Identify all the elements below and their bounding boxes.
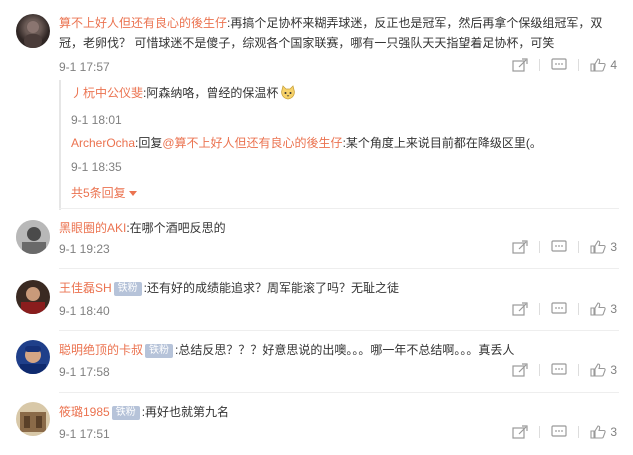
like-count: 3	[610, 425, 617, 439]
reply-list: 丿杬中公仪斐:阿森纳咯，曾经的保温杯 9-1 18:01 ArcherOcha:…	[59, 80, 619, 210]
divider	[59, 268, 619, 269]
like-button[interactable]: 3	[590, 425, 617, 439]
divider	[578, 426, 580, 438]
like-button[interactable]: 3	[590, 240, 617, 254]
comment-time: 9-1 17:58	[59, 365, 110, 379]
comment-time: 9-1 19:23	[59, 242, 110, 256]
divider	[578, 303, 580, 315]
avatar[interactable]	[16, 280, 50, 314]
fan-badge[interactable]: 铁粉	[113, 282, 142, 296]
username-link[interactable]: 黑眼圈的AKI	[59, 221, 126, 235]
more-replies-label: 共5条回复	[71, 186, 126, 200]
divider	[578, 59, 580, 71]
username-link[interactable]: 算不上好人但还有良心的後生仔	[59, 16, 227, 30]
divider	[539, 241, 541, 253]
divider	[539, 303, 541, 315]
avatar[interactable]	[16, 220, 50, 254]
comment-text: 黑眼圈的AKI:在哪个酒吧反思的	[59, 218, 619, 238]
comment-text: 王佳磊SH 铁粉:还有好的成绩能追求？周军能滚了吗？无耻之徒	[59, 278, 619, 298]
like-button[interactable]: 4	[590, 58, 617, 72]
cat-emoji-icon	[280, 85, 296, 105]
share-icon[interactable]	[512, 425, 528, 439]
comment-time: 9-1 17:51	[59, 427, 110, 441]
comment-time: 9-1 17:57	[59, 60, 110, 74]
thumbs-up-icon	[590, 363, 606, 377]
share-icon[interactable]	[512, 363, 528, 377]
avatar[interactable]	[16, 402, 50, 436]
comment-body: :再好也就第九名	[141, 405, 230, 419]
comment-text: 算不上好人但还有良心的後生仔:再搞个足协杯来糊弄球迷，反正也是冠军，然后再拿个保…	[59, 13, 619, 53]
divider	[539, 426, 541, 438]
username-link[interactable]: 丿杬中公仪斐	[71, 86, 143, 100]
reply-time: 9-1 18:01	[71, 113, 122, 127]
share-icon[interactable]	[512, 302, 528, 316]
comment-item: 算不上好人但还有良心的後生仔:再搞个足协杯来糊弄球迷，反正也是冠军，然后再拿个保…	[0, 0, 633, 210]
like-button[interactable]: 3	[590, 363, 617, 377]
username-link[interactable]: ArcherOcha	[71, 136, 135, 150]
comment-icon[interactable]	[551, 425, 567, 439]
username-link[interactable]: 聪明绝顶的卡叔	[59, 343, 143, 357]
divider	[578, 364, 580, 376]
comment-item: 王佳磊SH 铁粉:还有好的成绩能追求？周军能滚了吗？无耻之徒 9-1 18:40 …	[0, 272, 633, 334]
divider	[539, 59, 541, 71]
reply-body: :阿森纳咯，曾经的保温杯	[143, 86, 279, 100]
divider	[59, 392, 619, 393]
like-count: 4	[610, 58, 617, 72]
like-count: 3	[610, 302, 617, 316]
comment-actions: 3	[512, 302, 617, 316]
share-icon[interactable]	[512, 240, 528, 254]
fan-badge[interactable]: 铁粉	[111, 406, 140, 420]
comment-body: :总结反思？？？好意思说的出噢。。。哪一年不总结啊。。。真丢人	[175, 343, 515, 357]
comment-actions: 3	[512, 240, 617, 254]
mention-link[interactable]: @算不上好人但还有良心的後生仔	[162, 136, 342, 150]
thumbs-up-icon	[590, 425, 606, 439]
avatar[interactable]	[16, 14, 50, 48]
divider	[578, 241, 580, 253]
comment-item: 聪明绝顶的卡叔 铁粉:总结反思？？？好意思说的出噢。。。哪一年不总结啊。。。真丢人…	[0, 334, 633, 396]
thumbs-up-icon	[590, 302, 606, 316]
comment-icon[interactable]	[551, 58, 567, 72]
comment-item: 黑眼圈的AKI:在哪个酒吧反思的 9-1 19:23 3	[0, 212, 633, 272]
more-replies-link[interactable]: 共5条回复	[71, 184, 137, 201]
caret-down-icon	[128, 185, 137, 199]
divider	[59, 330, 619, 331]
comment-body: :还有好的成绩能追求？周军能滚了吗？无耻之徒	[143, 281, 400, 295]
comment-actions: 4	[512, 58, 617, 72]
reply-item: ArcherOcha:回复@算不上好人但还有良心的後生仔:某个角度上来说目前都在…	[71, 134, 542, 174]
comment-text: 筱璐1985 铁粉:再好也就第九名	[59, 402, 619, 422]
comment-time: 9-1 18:40	[59, 304, 110, 318]
comment-actions: 3	[512, 363, 617, 377]
fan-badge[interactable]: 铁粉	[145, 344, 174, 358]
reply-prefix: :回复	[135, 136, 163, 150]
thumbs-up-icon	[590, 58, 606, 72]
divider	[539, 364, 541, 376]
username-link[interactable]: 筱璐1985	[59, 405, 110, 419]
reply-time: 9-1 18:35	[71, 160, 122, 174]
reply-body: :某个角度上来说目前都在降级区里(。	[342, 136, 542, 150]
comment-body: :在哪个酒吧反思的	[126, 221, 226, 235]
like-count: 3	[610, 240, 617, 254]
share-icon[interactable]	[512, 58, 528, 72]
avatar[interactable]	[16, 340, 50, 374]
comment-icon[interactable]	[551, 363, 567, 377]
comment-item: 筱璐1985 铁粉:再好也就第九名 9-1 17:51 3	[0, 396, 633, 455]
thumbs-up-icon	[590, 240, 606, 254]
divider	[59, 208, 619, 209]
comment-icon[interactable]	[551, 302, 567, 316]
like-count: 3	[610, 363, 617, 377]
comment-icon[interactable]	[551, 240, 567, 254]
comment-actions: 3	[512, 425, 617, 439]
username-link[interactable]: 王佳磊SH	[59, 281, 112, 295]
like-button[interactable]: 3	[590, 302, 617, 316]
reply-item: 丿杬中公仪斐:阿森纳咯，曾经的保温杯 9-1 18:01	[71, 84, 296, 127]
comment-text: 聪明绝顶的卡叔 铁粉:总结反思？？？好意思说的出噢。。。哪一年不总结啊。。。真丢人	[59, 340, 619, 360]
